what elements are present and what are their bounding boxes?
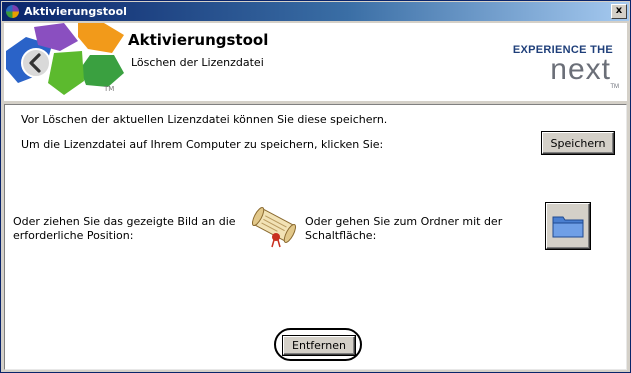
folder-instruction: Oder gehen Sie zum Ordner mit der Schalt… — [305, 215, 503, 242]
close-button[interactable]: x — [611, 4, 627, 19]
info-text: Vor Löschen der aktuellen Lizenzdatei kö… — [21, 113, 388, 126]
scroll-icon[interactable] — [248, 201, 300, 249]
open-folder-button[interactable] — [546, 203, 590, 249]
folder-icon — [552, 216, 584, 238]
drag-instruction: Oder ziehen Sie das gezeigte Bild an die… — [13, 215, 236, 242]
main-panel: Vor Löschen der aktuellen Lizenzdatei kö… — [4, 104, 627, 370]
close-icon: x — [615, 5, 623, 16]
title-bar[interactable]: Aktivierungstool x — [2, 2, 629, 21]
header-banner: TM Aktivierungstool Löschen der Lizenzda… — [4, 23, 627, 101]
back-arrow-icon[interactable] — [21, 48, 51, 78]
window-title: Aktivierungstool — [24, 5, 127, 18]
brand-trademark: TM — [610, 84, 619, 90]
save-button[interactable]: Speichern — [542, 132, 614, 154]
remove-button[interactable]: Entfernen — [283, 336, 355, 355]
logo-trademark: TM — [104, 85, 115, 93]
page-title: Aktivierungstool — [128, 31, 269, 49]
app-logo-icon — [6, 5, 19, 18]
save-instruction: Um die Lizenzdatei auf Ihrem Computer zu… — [21, 138, 384, 151]
brand-name: next — [550, 53, 611, 86]
activation-tool-window: Aktivierungstool x TM Aktivierungstool L… — [0, 0, 631, 373]
page-subtitle: Löschen der Lizenzdatei — [131, 56, 264, 69]
